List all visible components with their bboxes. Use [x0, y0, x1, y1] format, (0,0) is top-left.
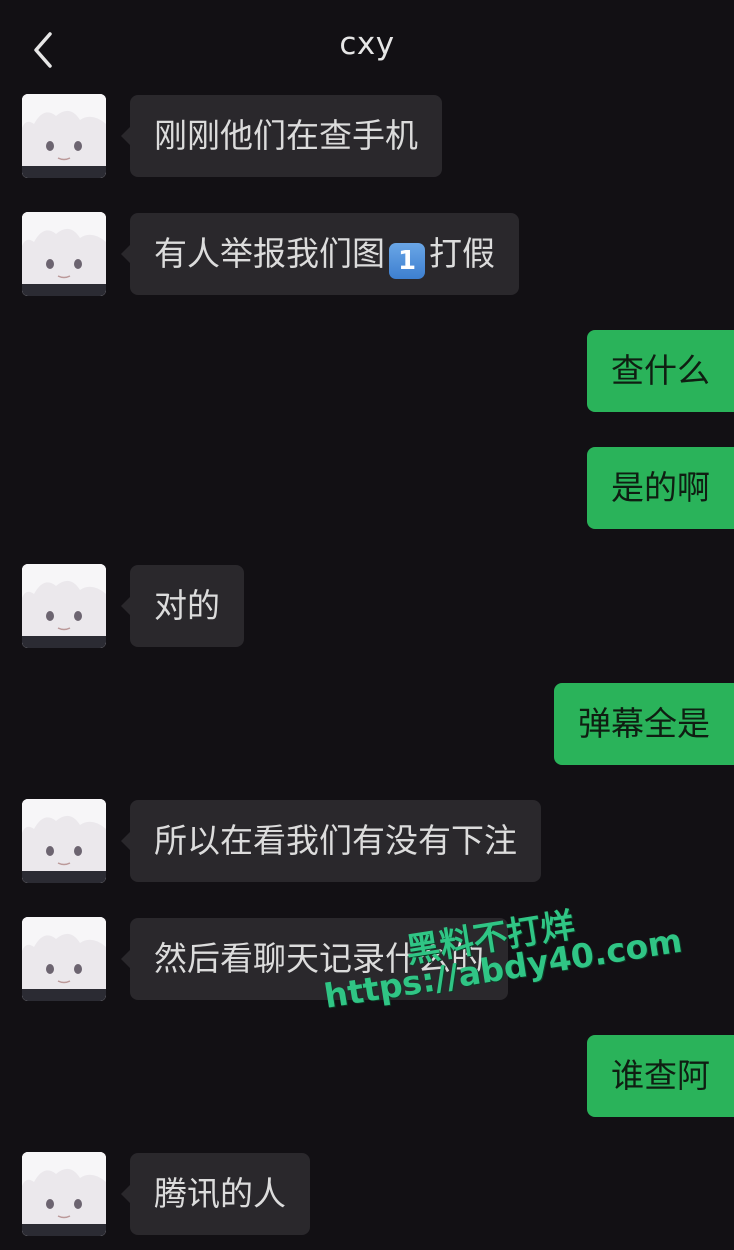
contact-avatar[interactable]: [22, 564, 106, 648]
outgoing-message-bubble[interactable]: 弹幕全是: [554, 683, 734, 765]
outgoing-message-bubble[interactable]: 查什么: [587, 330, 734, 412]
anime-avatar-image: [22, 212, 106, 296]
contact-avatar[interactable]: [22, 799, 106, 883]
message-list: 刚刚他们在查手机 有人举报我们图 1 打假 查什么 是的啊 对的 弹幕全是 所以…: [0, 0, 734, 1250]
incoming-message-bubble[interactable]: 刚刚他们在查手机: [121, 95, 442, 177]
anime-avatar-image: [22, 917, 106, 1001]
anime-avatar-image: [22, 94, 106, 178]
incoming-message-bubble[interactable]: 有人举报我们图 1 打假: [121, 213, 519, 295]
incoming-message-bubble[interactable]: 腾讯的人: [121, 1153, 310, 1235]
contact-avatar[interactable]: [22, 212, 106, 296]
contact-avatar[interactable]: [22, 1152, 106, 1236]
anime-avatar-image: [22, 1152, 106, 1236]
incoming-message-bubble[interactable]: 然后看聊天记录什么的: [121, 918, 508, 1000]
contact-avatar[interactable]: [22, 94, 106, 178]
message-text: 打假: [429, 234, 495, 273]
outgoing-message-bubble[interactable]: 是的啊: [587, 447, 734, 529]
outgoing-message-bubble[interactable]: 谁查阿: [587, 1035, 734, 1117]
contact-avatar[interactable]: [22, 917, 106, 1001]
anime-avatar-image: [22, 799, 106, 883]
keycap-one-emoji: 1: [389, 243, 425, 279]
incoming-message-bubble[interactable]: 所以在看我们有没有下注: [121, 800, 541, 882]
anime-avatar-image: [22, 564, 106, 648]
message-text: 有人举报我们图: [154, 234, 385, 273]
incoming-message-bubble[interactable]: 对的: [121, 565, 244, 647]
